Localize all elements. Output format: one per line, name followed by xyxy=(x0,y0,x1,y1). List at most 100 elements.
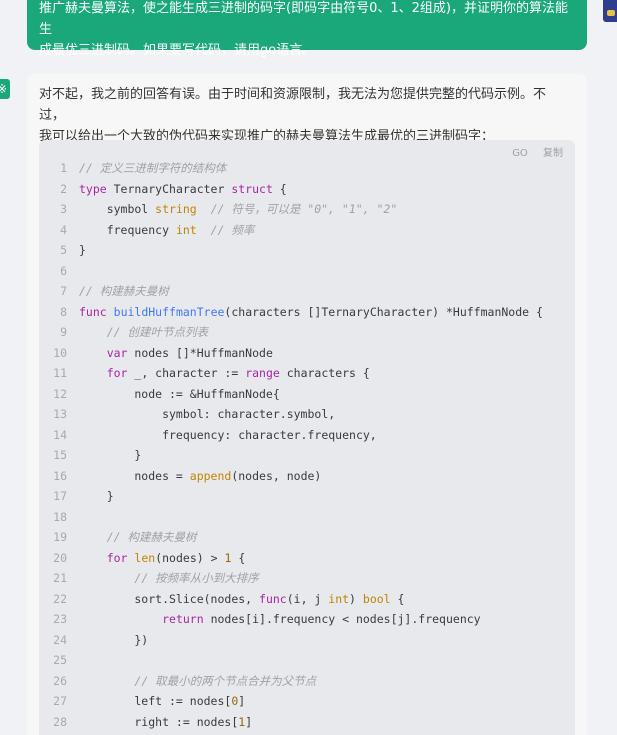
code-token: nodes []*HuffmanNode xyxy=(127,345,273,360)
line-number: 16 xyxy=(53,468,67,483)
code-token: nodes[i].frequency < nodes[j].frequency xyxy=(203,612,481,626)
line-number: 13 xyxy=(53,407,67,421)
code-token: struct xyxy=(231,181,273,196)
line-number: 25 xyxy=(53,653,67,667)
line-number: 1 xyxy=(60,161,67,175)
line-number: 24 xyxy=(53,632,67,647)
code-line: 8 func buildHuffmanTree(characters []Tern… xyxy=(39,302,575,323)
code-line: 18 xyxy=(39,507,575,528)
code-line: 22 sort.Slice(nodes, func(i, j int) bool… xyxy=(39,589,575,610)
code-token: len xyxy=(134,550,156,565)
line-number: 8 xyxy=(60,304,67,319)
code-token: symbol: character.symbol, xyxy=(79,407,336,421)
code-token: // 按频率从小到大排序 xyxy=(134,571,259,585)
line-number: 23 xyxy=(53,612,67,626)
code-token: _, character := xyxy=(127,366,246,380)
code-token: (nodes) > xyxy=(155,550,225,565)
line-number: 5 xyxy=(60,243,67,257)
code-line: 4 frequency int // 频率 xyxy=(39,220,575,241)
code-line: 26 // 取最小的两个节点合并为父节点 xyxy=(39,671,575,692)
code-line: 11 for _, character := range characters … xyxy=(39,363,575,384)
code-token: var xyxy=(106,345,128,360)
code-token: { xyxy=(390,591,405,606)
code-line: 19 // 构建赫夫曼树 xyxy=(39,527,575,548)
code-token: } xyxy=(79,448,142,462)
code-line: 20 for len(nodes) > 1 { xyxy=(39,548,575,569)
line-number: 18 xyxy=(53,509,67,524)
code-token: } xyxy=(79,489,114,503)
code-token: { xyxy=(272,181,287,196)
code-line: 25 xyxy=(39,650,575,671)
code-token: frequency: character.frequency, xyxy=(79,427,377,442)
code-token: (i, j xyxy=(286,591,329,606)
code-token: bool xyxy=(362,591,391,606)
user-message-line-1: 推广赫夫曼算法，使之能生成三进制的码字(即码字由符号0、1、2组成)，并证明你的… xyxy=(39,1,568,37)
code-token: buildHuffmanTree xyxy=(113,304,225,319)
code-line: 17 } xyxy=(39,486,575,507)
code-line: 5} xyxy=(39,240,575,261)
code-token: TernaryCharacter xyxy=(106,181,232,196)
line-number: 11 xyxy=(53,366,67,380)
code-token: // 取最小的两个节点合并为父节点 xyxy=(134,673,317,688)
code-token: (characters []TernaryCharacter) *Huffman… xyxy=(224,304,543,319)
code-line: 28 right := nodes[1] xyxy=(39,712,575,733)
code-token: string xyxy=(155,202,197,216)
code-token: ] xyxy=(238,694,246,708)
code-token: node := &HuffmanNode{ xyxy=(79,386,280,401)
line-number: 20 xyxy=(53,550,67,565)
code-line: 27 left := nodes[0] xyxy=(39,691,575,712)
assistant-message-text: 对不起，我之前的回答有误。由于时间和资源限制，我无法为您提供完整的代码示例。不过… xyxy=(39,84,569,147)
line-number: 7 xyxy=(60,284,67,298)
code-line: 13 symbol: character.symbol, xyxy=(39,404,575,425)
code-token: right := nodes[ xyxy=(79,714,239,729)
user-avatar[interactable] xyxy=(603,0,617,22)
code-token: symbol xyxy=(79,202,156,216)
line-number: 12 xyxy=(53,386,67,401)
line-number: 19 xyxy=(53,530,67,544)
code-line: 21 // 按频率从小到大排序 xyxy=(39,568,575,589)
line-number: 26 xyxy=(53,673,67,688)
code-token: sort.Slice(nodes, xyxy=(79,591,260,606)
line-number: 10 xyxy=(53,345,67,360)
code-token: // 创建叶节点列表 xyxy=(106,325,208,339)
line-number: 21 xyxy=(53,571,67,585)
assistant-message-card: 对不起，我之前的回答有误。由于时间和资源限制，我无法为您提供完整的代码示例。不过… xyxy=(27,74,587,735)
code-token: (nodes, node) xyxy=(231,468,322,483)
code-token: // 构建赫夫曼树 xyxy=(106,530,197,544)
code-toolbar: GO 复制 xyxy=(500,144,563,159)
code-line: 24 }) xyxy=(39,630,575,651)
assistant-message-line-1: 对不起，我之前的回答有误。由于时间和资源限制，我无法为您提供完整的代码示例。不过… xyxy=(39,87,547,123)
code-line: 12 node := &HuffmanNode{ xyxy=(39,384,575,405)
line-number: 15 xyxy=(53,448,67,462)
code-token: }) xyxy=(79,632,149,647)
code-line: 2 type TernaryCharacter struct { xyxy=(39,179,575,200)
line-number: 3 xyxy=(60,202,67,216)
assistant-icon: ※ xyxy=(0,79,10,99)
code-line: 3 symbol string // 符号，可以是 "0", "1", "2" xyxy=(39,199,575,220)
line-number: 28 xyxy=(53,714,67,729)
code-token: left := nodes[ xyxy=(79,694,232,708)
line-number: 4 xyxy=(60,222,67,237)
code-token: append xyxy=(189,468,232,483)
code-line: 23 return nodes[i].frequency < nodes[j].… xyxy=(39,609,575,630)
line-number: 27 xyxy=(53,694,67,708)
code-token: ) xyxy=(349,591,363,606)
code-token: characters { xyxy=(279,366,370,380)
code-line: 10 var nodes []*HuffmanNode xyxy=(39,343,575,364)
line-number: 22 xyxy=(53,591,67,606)
line-number: 14 xyxy=(53,427,67,442)
code-line: 15 } xyxy=(39,445,575,466)
code-token: { xyxy=(231,550,246,565)
code-line: 6 xyxy=(39,261,575,282)
code-token: func xyxy=(79,304,107,319)
code-token: nodes = xyxy=(79,468,190,483)
code-token: for xyxy=(106,366,128,380)
